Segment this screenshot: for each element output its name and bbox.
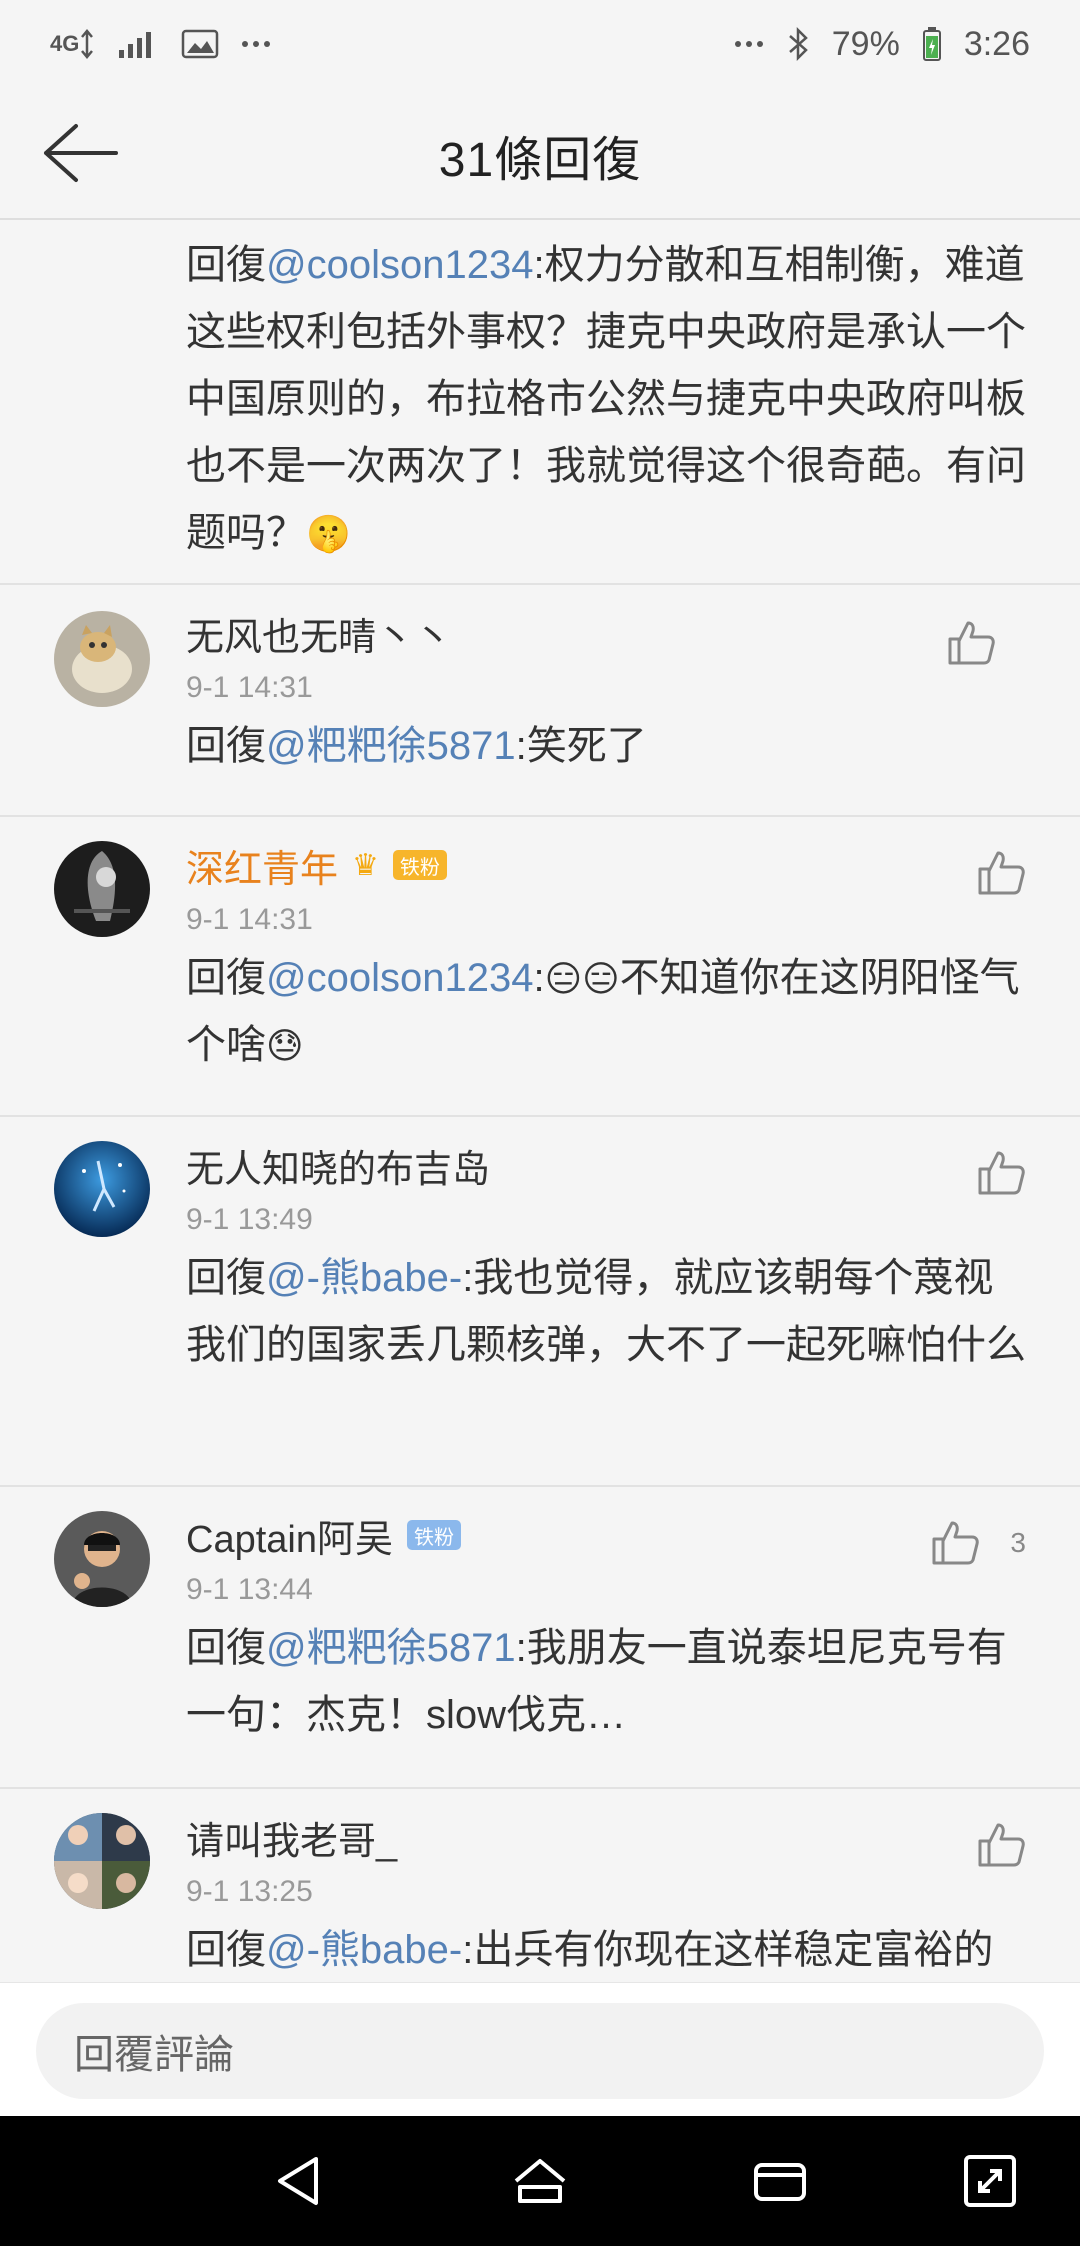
- comment-text: 回復@-熊babe-:出兵有你现在这样稳定富裕的: [186, 1917, 1026, 1982]
- reply-prefix: 回復: [186, 243, 266, 287]
- nav-recents-button[interactable]: [750, 2151, 810, 2211]
- network-type-label: 4G: [50, 31, 80, 56]
- username[interactable]: 深红青年: [186, 838, 338, 893]
- shush-emoji-icon: 🤫: [306, 513, 351, 554]
- comment-text: 回復@coolson1234:😑😑不知道你在这阴阳怪气个啥😓: [186, 945, 1026, 1079]
- username[interactable]: 请叫我老哥_: [186, 1809, 1026, 1865]
- like-button[interactable]: [976, 1149, 1026, 1197]
- comment-item[interactable]: 无风也无晴丶丶 9-1 14:31 回復@粑粑徐5871:笑死了: [0, 585, 1080, 817]
- signal-icon: [117, 28, 159, 60]
- network-type-icon: 4G: [50, 29, 95, 59]
- timestamp: 9-1 13:44: [186, 1573, 313, 1606]
- battery-percent: 79%: [831, 24, 900, 63]
- thumbs-up-icon: [978, 851, 1025, 895]
- avatar[interactable]: [54, 1141, 150, 1237]
- triangle-back-icon: [278, 2157, 318, 2205]
- timestamp: 9-1 13:25: [186, 1875, 313, 1908]
- avatar[interactable]: [54, 841, 150, 937]
- reply-prefix: 回復: [186, 724, 266, 768]
- mention-link[interactable]: @粑粑徐5871: [266, 1626, 516, 1670]
- username[interactable]: 无风也无晴丶丶: [186, 605, 1026, 661]
- like-button[interactable]: 3: [930, 1519, 1026, 1567]
- reply-list[interactable]: 回復@coolson1234:权力分散和互相制衡，难道这些权利包括外事权？捷克中…: [0, 220, 1080, 1982]
- nav-back-button[interactable]: [270, 2151, 330, 2211]
- comment-item[interactable]: 无人知晓的布吉岛 9-1 13:49 回復@-熊babe-:我也觉得，就应该朝每…: [0, 1117, 1080, 1487]
- timestamp: 9-1 13:49: [186, 1203, 313, 1236]
- reply-prefix: 回復: [186, 1928, 266, 1972]
- mention-link[interactable]: @coolson1234: [266, 243, 533, 287]
- comment-item[interactable]: 3 Captain阿吴 铁粉 9-1 13:44 回復@粑粑徐5871:我朋友一…: [0, 1487, 1080, 1789]
- reply-input-placeholder: 回覆評論: [74, 2033, 234, 2077]
- fan-badge: 铁粉: [406, 1520, 461, 1550]
- avatar[interactable]: [54, 1813, 150, 1909]
- avatar[interactable]: [54, 1511, 150, 1607]
- system-nav-bar: [0, 2116, 1080, 2246]
- thumbs-up-icon: [948, 621, 995, 665]
- reply-prefix: 回復: [186, 956, 266, 1000]
- username-row[interactable]: Captain阿吴 铁粉: [186, 1507, 1026, 1563]
- reply-text: :权力分散和互相制衡，难道这些权利包括外事权？捷克中央政府是承认一个中国原则的，…: [186, 243, 1026, 555]
- comment-text: 回復@-熊babe-:我也觉得，就应该朝每个蔑视我们的国家丢几颗核弹，大不了一起…: [186, 1245, 1026, 1379]
- header: 31條回復: [0, 88, 1080, 220]
- mention-link[interactable]: @-熊babe-: [266, 1928, 462, 1972]
- comment-item[interactable]: 请叫我老哥_ 9-1 13:25 回復@-熊babe-:出兵有你现在这样稳定富裕…: [0, 1789, 1080, 1982]
- parent-reply: 回復@coolson1234:权力分散和互相制衡，难道这些权利包括外事权？捷克中…: [0, 220, 1080, 585]
- recents-icon: [754, 2163, 806, 2201]
- username[interactable]: Captain阿吴: [186, 1508, 393, 1563]
- clock: 3:26: [963, 24, 1030, 63]
- reply-prefix: 回復: [186, 1626, 266, 1670]
- mention-link[interactable]: @-熊babe-: [266, 1256, 462, 1300]
- comment-text: 回復@粑粑徐5871:我朋友一直说泰坦尼克号有一句：杰克！slow伐克…: [186, 1615, 1026, 1749]
- expand-icon: [964, 2155, 1016, 2207]
- thumbs-up-icon: [978, 1151, 1025, 1195]
- reply-text: :出兵有你现在这样稳定富裕的: [462, 1928, 994, 1972]
- timestamp: 9-1 14:31: [186, 903, 313, 936]
- nav-screenshot-button[interactable]: [960, 2151, 1020, 2211]
- status-bar: 4G 79% 3:26: [0, 0, 1080, 88]
- nav-home-button[interactable]: [510, 2151, 570, 2211]
- like-button[interactable]: [976, 849, 1026, 897]
- sweat-emoji-icon: 😓: [266, 1025, 304, 1066]
- mention-link[interactable]: @coolson1234: [266, 956, 533, 1000]
- username[interactable]: 无人知晓的布吉岛: [186, 1137, 1026, 1193]
- thumbs-up-icon: [978, 1823, 1025, 1867]
- crown-icon: ♛: [352, 848, 379, 882]
- like-count: 3: [1010, 1527, 1026, 1558]
- reply-text: :: [533, 956, 545, 1000]
- avatar[interactable]: [54, 611, 150, 707]
- comment-text: 回復@粑粑徐5871:笑死了: [186, 713, 1026, 780]
- more-icon: [734, 39, 764, 49]
- reply-prefix: 回復: [186, 1256, 266, 1300]
- username-row[interactable]: 深红青年 ♛ 铁粉: [186, 837, 1026, 893]
- timestamp: 9-1 14:31: [186, 671, 313, 704]
- reply-input[interactable]: 回覆評論: [36, 2003, 1044, 2099]
- home-icon: [514, 2159, 566, 2203]
- reply-text: :笑死了: [515, 724, 647, 768]
- like-button[interactable]: [976, 1821, 1026, 1869]
- reply-input-bar: 回覆評論: [0, 1982, 1080, 2117]
- page-title: 31條回復: [438, 134, 642, 187]
- more-icon: [241, 39, 271, 49]
- mention-link[interactable]: @粑粑徐5871: [266, 724, 516, 768]
- fan-badge: 铁粉: [392, 850, 447, 880]
- battery-icon: [922, 26, 942, 62]
- like-button[interactable]: [946, 619, 1026, 667]
- comment-item[interactable]: 深红青年 ♛ 铁粉 9-1 14:31 回復@coolson1234:😑😑不知道…: [0, 817, 1080, 1117]
- image-icon: [181, 29, 219, 59]
- bluetooth-icon: [786, 26, 810, 62]
- expressionless-emoji-icon: 😑😑: [544, 958, 620, 999]
- thumbs-up-icon: [932, 1521, 980, 1565]
